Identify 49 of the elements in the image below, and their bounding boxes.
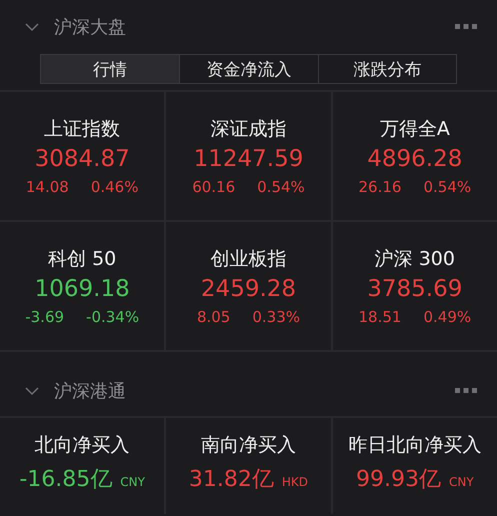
tab[interactable]: 行情 <box>41 55 180 83</box>
index-percent: 0.33% <box>252 308 300 326</box>
currency-label: CNY <box>120 475 145 489</box>
index-percent: 0.46% <box>90 178 138 196</box>
index-name: 沪深 300 <box>374 247 455 272</box>
index-change: 8.05 <box>196 308 230 326</box>
flow-amount: 31.82亿 <box>188 466 274 494</box>
flow-amount: 99.93亿 <box>356 466 441 494</box>
flow-amount: -16.85亿 <box>19 466 112 494</box>
more-icon[interactable] <box>455 388 477 394</box>
index-change: 26.16 <box>358 178 402 196</box>
currency-label: CNY <box>448 475 474 489</box>
currency-label: HKD <box>282 475 308 489</box>
flow-card[interactable]: 北向净买入 -16.85亿 CNY <box>0 418 164 514</box>
index-card[interactable]: 万得全A 4896.28 26.16 0.54% <box>332 92 497 220</box>
index-name: 科创 50 <box>48 247 116 272</box>
chevron-icon[interactable] <box>24 386 40 396</box>
index-change: 18.51 <box>358 308 402 326</box>
section-title: 沪深大盘 <box>54 16 127 39</box>
index-name: 创业板指 <box>210 247 286 272</box>
index-price: 1069.18 <box>34 276 130 302</box>
more-icon[interactable] <box>455 24 477 30</box>
index-price: 3084.87 <box>34 146 130 172</box>
index-price: 4896.28 <box>367 146 462 172</box>
index-card[interactable]: 上证指数 3084.87 14.08 0.46% <box>0 92 164 220</box>
flow-name: 昨日北向净买入 <box>348 433 482 458</box>
index-change: 60.16 <box>192 178 236 196</box>
index-name: 深证成指 <box>210 117 286 142</box>
index-card[interactable]: 深证成指 11247.59 60.16 0.54% <box>166 92 331 220</box>
index-percent: 0.54% <box>423 178 472 196</box>
flow-card[interactable]: 昨日北向净买入 99.93亿 CNY <box>332 418 497 514</box>
index-name: 上证指数 <box>44 117 120 142</box>
flow-card[interactable]: 南向净买入 31.82亿 HKD <box>166 418 331 514</box>
index-name: 万得全A <box>380 117 450 142</box>
index-change: 14.08 <box>26 178 69 196</box>
index-price: 2459.28 <box>200 276 296 302</box>
chevron-icon[interactable] <box>24 22 40 32</box>
index-percent: 0.54% <box>257 178 305 196</box>
flow-name: 南向净买入 <box>200 433 296 458</box>
section-title: 沪深港通 <box>54 380 127 403</box>
index-card[interactable]: 科创 50 1069.18 -3.69 -0.34% <box>0 222 164 350</box>
index-percent: -0.34% <box>86 308 140 326</box>
flow-name: 北向净买入 <box>34 433 130 458</box>
index-change: -3.69 <box>25 308 64 326</box>
index-card[interactable]: 创业板指 2459.28 8.05 0.33% <box>166 222 331 350</box>
index-price: 3785.69 <box>367 276 462 302</box>
index-price: 11247.59 <box>194 146 304 172</box>
index-card[interactable]: 沪深 300 3785.69 18.51 0.49% <box>332 222 497 350</box>
index-percent: 0.49% <box>423 308 472 326</box>
